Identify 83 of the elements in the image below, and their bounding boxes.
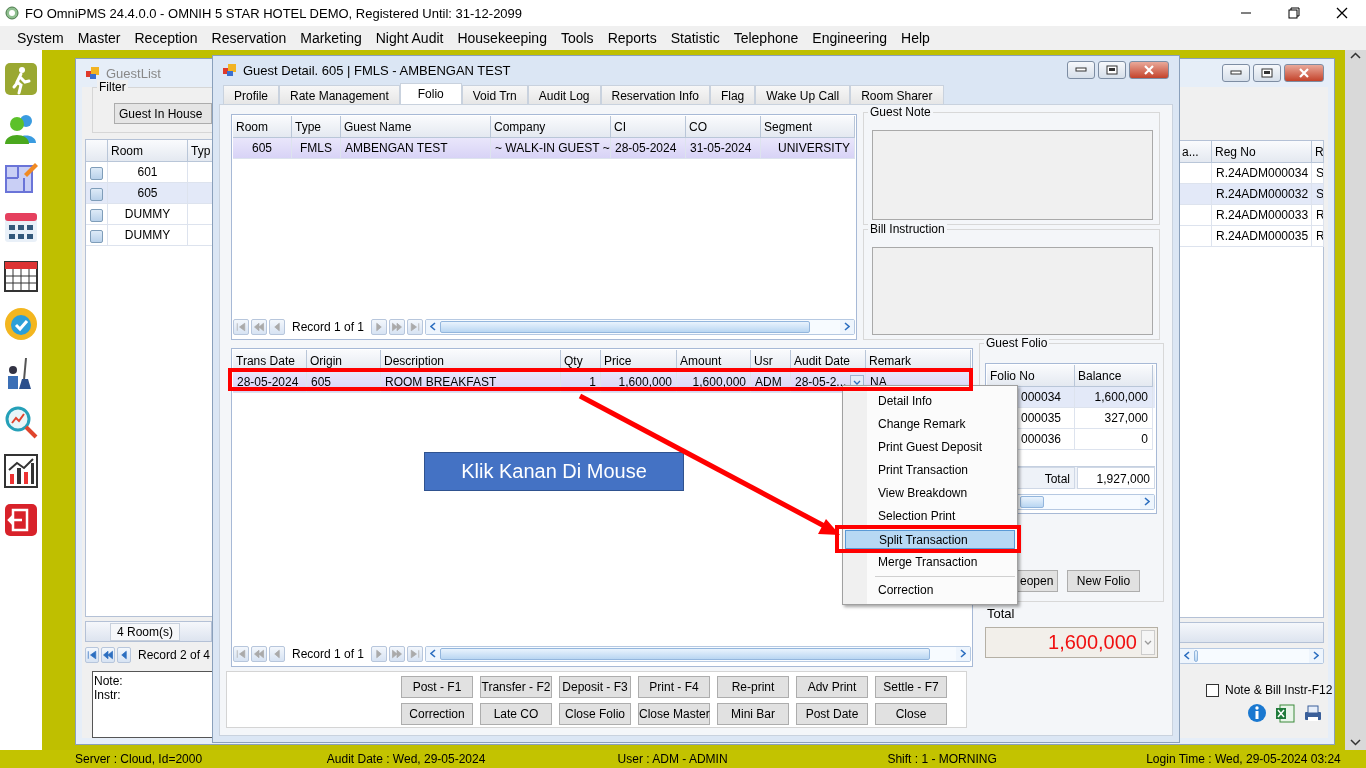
action-button[interactable]: Post - F1 [401, 676, 473, 698]
status-text: Login Time : Wed, 29-05-2024 03:24 [1146, 752, 1342, 766]
menu-item[interactable]: Master [70, 30, 128, 46]
table-cell: 28-05-2024 [611, 138, 686, 159]
table-row[interactable]: R.24ADM000034 S [1179, 163, 1323, 184]
tab[interactable]: Audit Log [527, 85, 601, 104]
menu-item[interactable]: Reservation [204, 30, 294, 46]
menu-item[interactable]: Engineering [805, 30, 895, 46]
checkbox-label: Note & Bill Instr-F12 [1225, 683, 1333, 697]
menu-item[interactable]: Night Audit [368, 30, 451, 46]
action-button[interactable]: Post Date [796, 703, 868, 725]
total-label: Total [987, 606, 1016, 621]
record-counter: Record 2 of 4 [137, 647, 212, 662]
action-button[interactable]: Late CO [480, 703, 552, 725]
tab[interactable]: Void Trn [461, 85, 528, 104]
group-label: Filter [97, 80, 128, 94]
record-counter: Record 1 of 1 [291, 646, 366, 661]
action-button[interactable]: Re-print [717, 676, 789, 698]
window-title: FO OmniPMS 24.4.0.0 - OMNIH 5 STAR HOTEL DEMO, Registered Until: 31-12-2099 [25, 5, 524, 21]
action-button[interactable]: Mini Bar [717, 703, 789, 725]
action-button[interactable]: Print - F4 [638, 676, 710, 698]
table-cell: FMLS [292, 138, 341, 159]
menu-item[interactable]: Housekeeping [450, 30, 554, 46]
action-button[interactable]: Correction [401, 703, 473, 725]
filter-dropdown[interactable]: Guest In House [114, 103, 212, 124]
table-cell: ~ WALK-IN GUEST ~ [491, 138, 611, 159]
table-cell: 0 [1075, 429, 1153, 450]
table-cell: 31-05-2024 [686, 138, 761, 159]
table-row[interactable]: 605 FMLS AMBENGAN TEST ~ WALK-IN GUEST ~ 28-05-2024 31-05-2024 UNIVERSITY [233, 138, 855, 159]
table-cell: R.24ADM000035 [1212, 226, 1312, 247]
tab[interactable]: Wake Up Call [755, 85, 851, 104]
tab[interactable]: Reservation Info [600, 85, 710, 104]
action-button[interactable]: Close Folio [559, 703, 631, 725]
menu-item[interactable]: Selection Print [845, 507, 1015, 526]
table-cell-text: 28-05-2... [795, 375, 847, 391]
status-text: Server : Cloud, Id=2000 [75, 752, 204, 766]
table-row[interactable]: R.24ADM000032 S [1179, 184, 1323, 205]
table-row[interactable]: 601 [86, 162, 212, 183]
folio-button[interactable]: New Folio [1067, 570, 1140, 592]
group-label: Guest Note [868, 105, 933, 119]
menu-item[interactable]: Telephone [726, 30, 806, 46]
table-row[interactable]: DUMMY [86, 225, 212, 246]
status-text: User : ADM - ADMIN [617, 752, 729, 766]
total-value: 1,927,000 [1077, 467, 1155, 489]
action-button[interactable]: Close Master [638, 703, 710, 725]
tab[interactable]: Flag [709, 85, 756, 104]
menu-item[interactable]: Reports [600, 30, 664, 46]
menu-item[interactable]: Marketing [293, 30, 369, 46]
instr-label: Instr: [94, 688, 122, 702]
action-button[interactable]: Deposit - F3 [559, 676, 631, 698]
room-count: 4 Room(s) [110, 622, 180, 641]
tab[interactable]: Profile [223, 85, 279, 104]
group-label: Bill Instruction [868, 222, 947, 236]
menu-item[interactable]: Split Transaction [845, 530, 1015, 549]
table-row[interactable]: DUMMY [86, 204, 212, 225]
tab[interactable]: Room Sharer [850, 85, 944, 104]
table-row[interactable]: 605 [86, 183, 212, 204]
menu-item[interactable]: Statistic [663, 30, 727, 46]
note-label: Note: [94, 674, 124, 688]
total-field[interactable]: 1,600,000 [985, 627, 1158, 658]
table-cell: UNIVERSITY [761, 138, 855, 159]
callout-label: Klik Kanan Di Mouse [424, 452, 684, 491]
group-label: Guest Folio [984, 336, 1050, 350]
menu-item[interactable]: Help [894, 30, 937, 46]
action-button[interactable]: Settle - F7 [875, 676, 947, 698]
menu-item[interactable]: Tools [553, 30, 601, 46]
status-text: Audit Date : Wed, 29-05-2024 [326, 752, 487, 766]
menu-item[interactable]: Reception [127, 30, 205, 46]
table-cell: DUMMY [108, 225, 188, 246]
record-counter: Record 1 of 1 [291, 319, 366, 334]
action-button[interactable]: Close [875, 703, 947, 725]
action-button[interactable]: Transfer - F2 [480, 676, 552, 698]
window-title: GuestList [106, 65, 161, 81]
action-button[interactable]: Adv Print [796, 676, 868, 698]
total-amount: 1,600,000 [1048, 631, 1137, 654]
status-text: Shift : 1 - MORNING [887, 752, 998, 766]
tab[interactable]: Folio [399, 83, 462, 104]
table-cell: 605 [233, 138, 292, 159]
table-cell: AMBENGAN TEST [341, 138, 491, 159]
menu-item[interactable]: Merge Transaction [845, 553, 1015, 572]
window-title: Guest Detail. 605 | FMLS - AMBENGAN TEST [243, 62, 511, 78]
menu-item[interactable]: System [10, 30, 71, 46]
tab[interactable]: Rate Management [279, 85, 400, 104]
